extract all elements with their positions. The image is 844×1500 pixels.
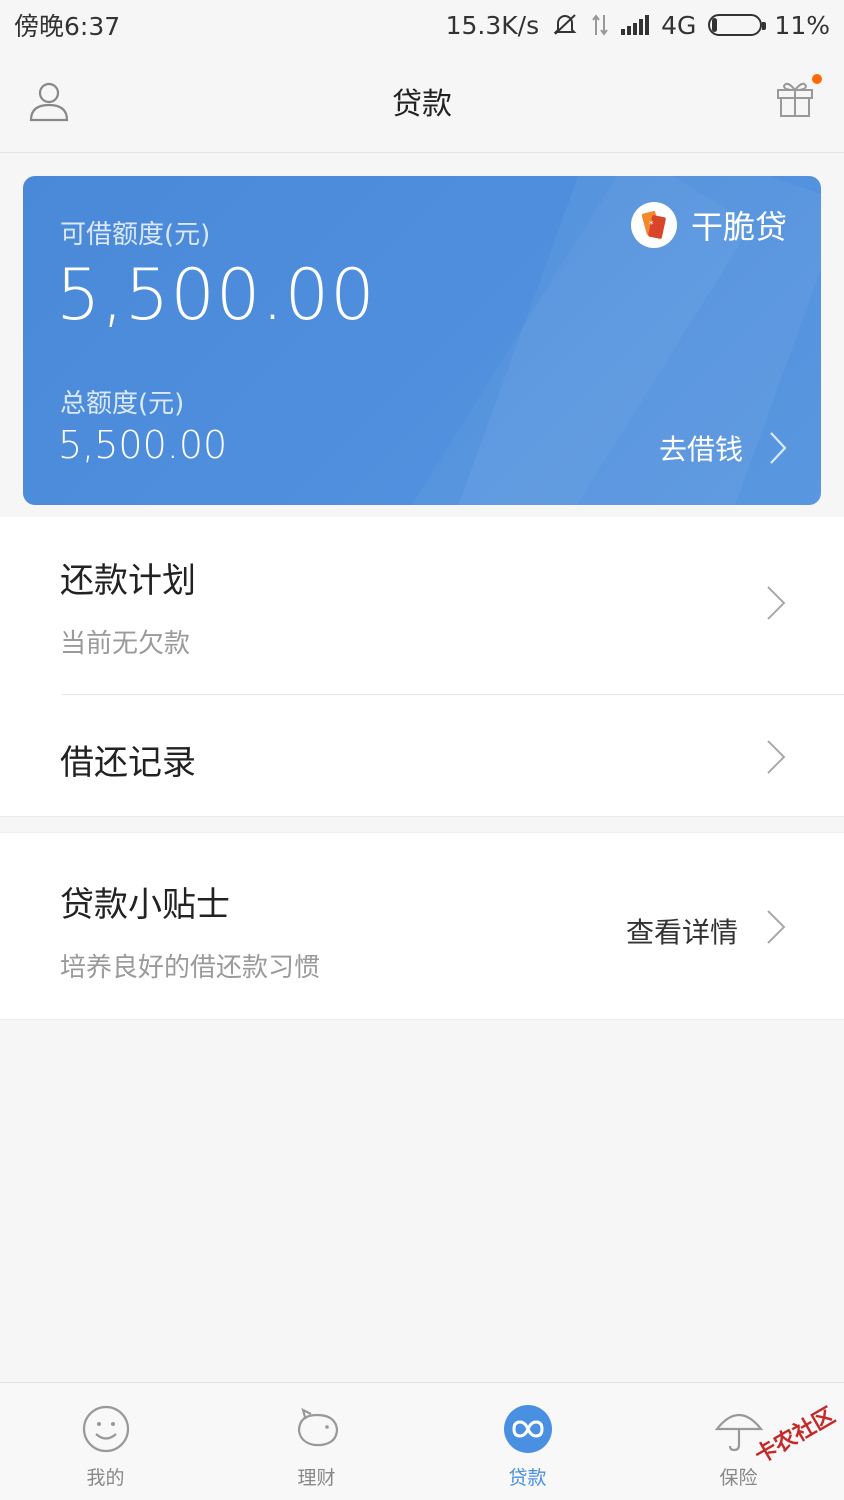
notification-dot xyxy=(812,74,822,84)
tips-section: 贷款小贴士 培养良好的借还款习惯 查看详情 xyxy=(0,832,844,1020)
total-label: 总额度(元) xyxy=(60,389,185,419)
credit-card: 可借额度(元) 5,500.00 总额度(元) 5,500.00 * 干脆贷 去… xyxy=(23,176,821,505)
battery-fill xyxy=(712,18,718,32)
svg-text:*: * xyxy=(649,220,654,230)
nav-item-loan[interactable]: 贷款 xyxy=(422,1383,633,1500)
repay-plan-title: 还款计划 xyxy=(60,561,196,601)
total-amount: 5,500.00 xyxy=(58,423,228,467)
available-label: 可借额度(元) xyxy=(60,220,211,250)
borrow-button[interactable]: 去借钱 xyxy=(659,428,787,468)
piggy-bank-icon xyxy=(297,1407,338,1447)
tips-title: 贷款小贴士 xyxy=(60,885,230,925)
battery-percent: 11% xyxy=(774,10,830,40)
loan-infinity-icon xyxy=(503,1405,552,1453)
records-title: 借还记录 xyxy=(60,743,196,783)
data-arrows-icon xyxy=(592,14,608,36)
status-right: 15.3K/s 4G 11% xyxy=(446,11,830,40)
nav-label: 保险 xyxy=(719,1467,758,1489)
status-time: 傍晚6:37 xyxy=(14,12,121,41)
records-row[interactable]: 借还记录 xyxy=(0,695,844,817)
repay-plan-row[interactable]: 还款计划 当前无欠款 xyxy=(0,517,844,694)
nav-item-mine[interactable]: 我的 xyxy=(0,1383,211,1500)
gift-icon xyxy=(777,82,813,117)
repay-plan-subtitle: 当前无欠款 xyxy=(60,629,191,659)
nav-label: 我的 xyxy=(86,1467,125,1489)
nav-label: 贷款 xyxy=(508,1467,547,1489)
network-type: 4G xyxy=(661,10,697,40)
chevron-right-icon xyxy=(767,740,786,774)
tips-row[interactable]: 贷款小贴士 培养良好的借还款习惯 查看详情 xyxy=(0,833,844,1021)
user-icon[interactable] xyxy=(26,78,72,124)
chevron-right-icon xyxy=(767,910,786,944)
status-bar: 傍晚6:37 15.3K/s 4G 11% xyxy=(0,0,844,50)
signal-icon xyxy=(621,15,650,35)
battery-icon xyxy=(708,14,767,36)
borrow-label: 去借钱 xyxy=(658,433,743,466)
view-details-link[interactable]: 查看详情 xyxy=(626,911,738,951)
page-title: 贷款 xyxy=(392,87,452,122)
smile-icon xyxy=(82,1405,129,1453)
app-root: 傍晚6:37 15.3K/s 4G 11% 贷款 可借额度(元) 5,500.0… xyxy=(0,0,844,1500)
tips-subtitle: 培养良好的借还款习惯 xyxy=(60,953,321,983)
mute-bell-icon xyxy=(553,14,577,35)
bottom-nav: 我的 理财 贷款 保险 xyxy=(0,1382,844,1500)
loan-list: 还款计划 当前无欠款 借还记录 xyxy=(0,517,844,817)
available-amount: 5,500.00 xyxy=(56,254,376,336)
status-speed: 15.3K/s xyxy=(445,10,540,40)
brand-logo-icon: * xyxy=(630,202,677,248)
chevron-right-icon xyxy=(767,586,786,620)
gift-button[interactable] xyxy=(772,74,822,122)
nav-label: 理财 xyxy=(297,1467,336,1489)
chevron-right-icon xyxy=(770,432,787,464)
brand-name: 干脆贷 xyxy=(690,208,787,246)
brand: * 干脆贷 xyxy=(630,202,787,248)
app-header: 贷款 xyxy=(0,50,844,153)
nav-item-finance[interactable]: 理财 xyxy=(211,1383,422,1500)
